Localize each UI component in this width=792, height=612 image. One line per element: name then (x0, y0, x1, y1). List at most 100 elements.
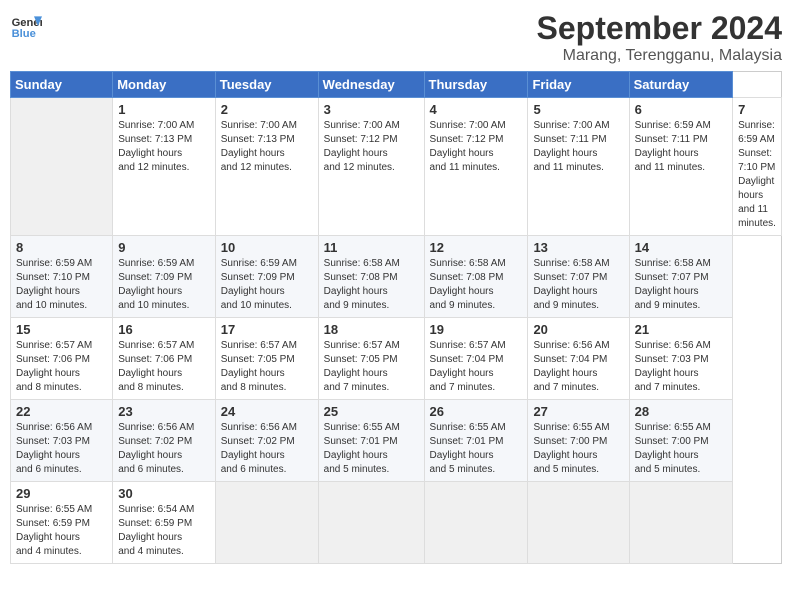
day-number: 15 (16, 322, 107, 337)
cell-details: Sunrise: 6:59 AMSunset: 7:09 PMDaylight … (221, 257, 313, 313)
cell-details: Sunrise: 6:59 AMSunset: 7:10 PMDaylight … (16, 257, 107, 313)
calendar-week-row: 29Sunrise: 6:55 AMSunset: 6:59 PMDayligh… (11, 482, 782, 564)
cell-details: Sunrise: 6:57 AMSunset: 7:06 PMDaylight … (16, 339, 107, 395)
cell-details: Sunrise: 7:00 AMSunset: 7:11 PMDaylight … (533, 119, 623, 175)
day-number: 20 (533, 322, 623, 337)
svg-text:Blue: Blue (12, 28, 36, 40)
header: General Blue September 2024 Marang, Tere… (10, 10, 782, 65)
calendar-week-row: 8 Sunrise: 6:59 AMSunset: 7:10 PMDaylight… (11, 236, 782, 318)
cell-details: Sunrise: 6:59 AMSunset: 7:10 PMDaylight … (738, 119, 776, 231)
calendar-cell (215, 482, 318, 564)
day-header-friday: Friday (528, 72, 629, 98)
logo: General Blue (10, 10, 42, 42)
day-header-saturday: Saturday (629, 72, 732, 98)
calendar-week-row: 15 Sunrise: 6:57 AMSunset: 7:06 PMDayligh… (11, 318, 782, 400)
day-number: 22 (16, 404, 107, 419)
cell-details: Sunrise: 6:55 AMSunset: 7:00 PMDaylight … (635, 421, 727, 477)
calendar-cell (629, 482, 732, 564)
day-number: 21 (635, 322, 727, 337)
calendar-cell: 5 Sunrise: 7:00 AMSunset: 7:11 PMDaylight… (528, 98, 629, 236)
cell-details: Sunrise: 6:58 AMSunset: 7:07 PMDaylight … (635, 257, 727, 313)
day-header-monday: Monday (113, 72, 216, 98)
calendar-cell: 25 Sunrise: 6:55 AMSunset: 7:01 PMDayligh… (318, 400, 424, 482)
calendar-cell: 13 Sunrise: 6:58 AMSunset: 7:07 PMDayligh… (528, 236, 629, 318)
calendar-cell: 26 Sunrise: 6:55 AMSunset: 7:01 PMDayligh… (424, 400, 528, 482)
cell-details: Sunrise: 6:58 AMSunset: 7:08 PMDaylight … (430, 257, 523, 313)
calendar-header-row: SundayMondayTuesdayWednesdayThursdayFrid… (11, 72, 782, 98)
day-header-thursday: Thursday (424, 72, 528, 98)
calendar-cell: 24Sunrise: 6:56 AMSunset: 7:02 PMDayligh… (215, 400, 318, 482)
location-title: Marang, Terengganu, Malaysia (537, 47, 782, 65)
month-title: September 2024 (537, 10, 782, 47)
day-number: 3 (324, 102, 419, 117)
calendar-cell: 22 Sunrise: 6:56 AMSunset: 7:03 PMDayligh… (11, 400, 113, 482)
calendar-cell (424, 482, 528, 564)
day-header-tuesday: Tuesday (215, 72, 318, 98)
cell-details: Sunrise: 6:57 AMSunset: 7:05 PMDaylight … (324, 339, 419, 395)
day-header-wednesday: Wednesday (318, 72, 424, 98)
day-number: 17 (221, 322, 313, 337)
calendar-cell: 4Sunrise: 7:00 AMSunset: 7:12 PMDaylight… (424, 98, 528, 236)
day-number: 13 (533, 240, 623, 255)
calendar-cell: 20 Sunrise: 6:56 AMSunset: 7:04 PMDayligh… (528, 318, 629, 400)
day-number: 12 (430, 240, 523, 255)
cell-details: Sunrise: 6:56 AMSunset: 7:02 PMDaylight … (118, 421, 210, 477)
day-number: 9 (118, 240, 210, 255)
cell-details: Sunrise: 6:55 AMSunset: 7:01 PMDaylight … (430, 421, 523, 477)
day-number: 24 (221, 404, 313, 419)
cell-details: Sunrise: 7:00 AMSunset: 7:12 PMDaylight … (324, 119, 419, 175)
day-number: 18 (324, 322, 419, 337)
cell-details: Sunrise: 6:56 AMSunset: 7:03 PMDaylight … (635, 339, 727, 395)
calendar-cell (11, 98, 113, 236)
calendar-cell: 8 Sunrise: 6:59 AMSunset: 7:10 PMDaylight… (11, 236, 113, 318)
cell-details: Sunrise: 6:57 AMSunset: 7:04 PMDaylight … (430, 339, 523, 395)
cell-details: Sunrise: 6:55 AMSunset: 6:59 PMDaylight … (16, 503, 107, 559)
cell-details: Sunrise: 7:00 AMSunset: 7:12 PMDaylight … (430, 119, 523, 175)
calendar-cell: 10 Sunrise: 6:59 AMSunset: 7:09 PMDayligh… (215, 236, 318, 318)
cell-details: Sunrise: 7:00 AMSunset: 7:13 PMDaylight … (118, 119, 210, 175)
day-number: 1 (118, 102, 210, 117)
calendar-cell: 2Sunrise: 7:00 AMSunset: 7:13 PMDaylight… (215, 98, 318, 236)
day-number: 25 (324, 404, 419, 419)
calendar-cell (318, 482, 424, 564)
calendar: SundayMondayTuesdayWednesdayThursdayFrid… (10, 71, 782, 564)
cell-details: Sunrise: 6:56 AMSunset: 7:03 PMDaylight … (16, 421, 107, 477)
day-number: 26 (430, 404, 523, 419)
calendar-cell: 23 Sunrise: 6:56 AMSunset: 7:02 PMDayligh… (113, 400, 216, 482)
cell-details: Sunrise: 6:55 AMSunset: 7:00 PMDaylight … (533, 421, 623, 477)
calendar-cell: 15 Sunrise: 6:57 AMSunset: 7:06 PMDayligh… (11, 318, 113, 400)
cell-details: Sunrise: 6:59 AMSunset: 7:11 PMDaylight … (635, 119, 727, 175)
day-number: 6 (635, 102, 727, 117)
day-number: 11 (324, 240, 419, 255)
cell-details: Sunrise: 6:54 AMSunset: 6:59 PMDaylight … (118, 503, 210, 559)
cell-details: Sunrise: 6:56 AMSunset: 7:04 PMDaylight … (533, 339, 623, 395)
calendar-cell: 9 Sunrise: 6:59 AMSunset: 7:09 PMDaylight… (113, 236, 216, 318)
calendar-cell: 17Sunrise: 6:57 AMSunset: 7:05 PMDayligh… (215, 318, 318, 400)
logo-icon: General Blue (10, 10, 42, 42)
calendar-week-row: 22 Sunrise: 6:56 AMSunset: 7:03 PMDayligh… (11, 400, 782, 482)
cell-details: Sunrise: 6:58 AMSunset: 7:08 PMDaylight … (324, 257, 419, 313)
day-number: 27 (533, 404, 623, 419)
day-number: 23 (118, 404, 210, 419)
calendar-cell: 3 Sunrise: 7:00 AMSunset: 7:12 PMDaylight… (318, 98, 424, 236)
calendar-cell: 29Sunrise: 6:55 AMSunset: 6:59 PMDayligh… (11, 482, 113, 564)
calendar-cell: 6 Sunrise: 6:59 AMSunset: 7:11 PMDaylight… (629, 98, 732, 236)
calendar-cell: 14 Sunrise: 6:58 AMSunset: 7:07 PMDayligh… (629, 236, 732, 318)
calendar-cell: 1 Sunrise: 7:00 AMSunset: 7:13 PMDaylight… (113, 98, 216, 236)
day-number: 10 (221, 240, 313, 255)
calendar-cell: 11 Sunrise: 6:58 AMSunset: 7:08 PMDayligh… (318, 236, 424, 318)
day-number: 2 (221, 102, 313, 117)
day-number: 5 (533, 102, 623, 117)
day-header-sunday: Sunday (11, 72, 113, 98)
calendar-cell: 18 Sunrise: 6:57 AMSunset: 7:05 PMDayligh… (318, 318, 424, 400)
cell-details: Sunrise: 6:58 AMSunset: 7:07 PMDaylight … (533, 257, 623, 313)
cell-details: Sunrise: 6:57 AMSunset: 7:06 PMDaylight … (118, 339, 210, 395)
calendar-cell: 7Sunrise: 6:59 AMSunset: 7:10 PMDaylight… (733, 98, 782, 236)
day-number: 28 (635, 404, 727, 419)
cell-details: Sunrise: 6:59 AMSunset: 7:09 PMDaylight … (118, 257, 210, 313)
day-number: 8 (16, 240, 107, 255)
day-number: 14 (635, 240, 727, 255)
cell-details: Sunrise: 6:55 AMSunset: 7:01 PMDaylight … (324, 421, 419, 477)
calendar-week-row: 1 Sunrise: 7:00 AMSunset: 7:13 PMDaylight… (11, 98, 782, 236)
calendar-cell: 19Sunrise: 6:57 AMSunset: 7:04 PMDayligh… (424, 318, 528, 400)
